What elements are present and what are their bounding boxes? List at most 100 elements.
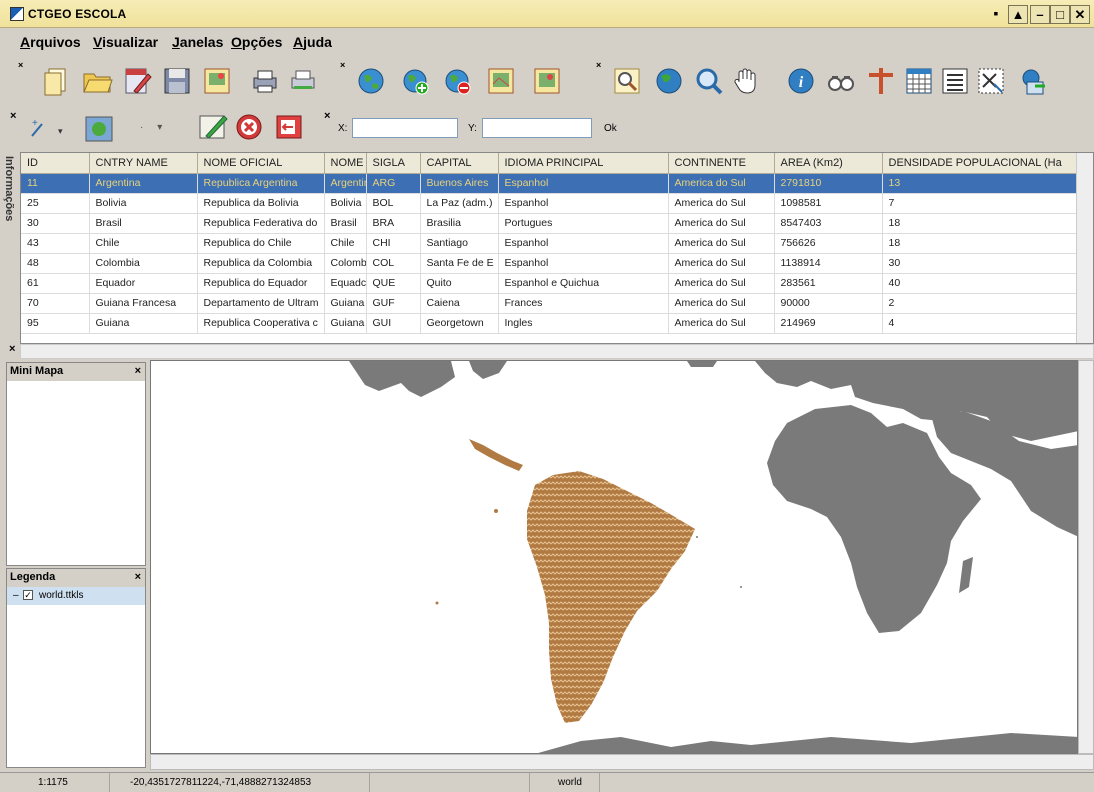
new-document-icon[interactable] [40,64,74,98]
table-cell: 2791810 [774,173,883,194]
minimize-button[interactable]: – [1030,5,1050,24]
menu-visualizar[interactable]: Visualizar [93,34,158,50]
select-icon[interactable] [974,64,1008,98]
ok-button[interactable]: Ok [604,123,617,134]
toolbar-close-icon-2[interactable]: × [340,60,348,100]
legend-close-icon[interactable]: × [135,571,141,583]
minimap-header: Mini Mapa × [7,363,145,381]
column-header[interactable]: NOME OFICIAL [197,153,325,174]
table-cell: Chile [324,233,367,254]
add-layer-icon[interactable] [398,64,432,98]
export-icon[interactable] [1016,64,1050,98]
table-cell: La Paz (adm.) [420,193,499,214]
table-cell: 214969 [774,313,883,334]
toolbar-close-icon-4[interactable]: × [10,110,16,122]
map-canvas[interactable] [150,360,1078,754]
menu-ajuda[interactable]: Ajuda [293,34,332,50]
table-cell: 18 [882,233,1078,254]
toolbar-close-icon[interactable]: × [18,60,26,100]
open-folder-icon[interactable] [80,64,114,98]
column-header[interactable]: NOME [324,153,367,174]
menu-janelas[interactable]: Janelas [172,34,223,50]
column-header[interactable]: IDIOMA PRINCIPAL [498,153,669,174]
table-cell: Espanhol [498,233,669,254]
table-row[interactable]: 11 Argentina Republica Argentina Argentir AR… [21,173,1078,194]
table-cell: 7 [882,193,1078,214]
table-cell: Equadc [324,273,367,294]
map-image-2-icon[interactable] [530,64,564,98]
menu-arquivos[interactable]: Arquivos [20,34,81,50]
dropdown-chevron-icon[interactable]: · ▾ [140,122,180,136]
column-header[interactable]: ID [21,153,90,174]
table-cell: 283561 [774,273,883,294]
map-image-icon[interactable] [484,64,518,98]
table-row[interactable]: 48 Colombia Republica da Colombia Colomb COL… [21,253,1078,274]
column-header[interactable]: AREA (Km2) [774,153,883,174]
minimap-close-icon[interactable]: × [135,365,141,377]
table-cell: America do Sul [668,233,775,254]
column-header[interactable]: CNTRY NAME [89,153,198,174]
save-icon[interactable] [160,64,194,98]
exit-icon[interactable] [272,110,306,144]
map-horizontal-scrollbar[interactable] [150,754,1094,770]
print-preview-icon[interactable] [286,64,320,98]
cancel-icon[interactable] [232,110,266,144]
list-icon[interactable] [938,64,972,98]
central-america-shape [469,439,523,471]
x-coordinate-input[interactable] [352,118,458,138]
grid-close-icon[interactable]: × [9,343,15,355]
table-row[interactable]: 95 Guiana Republica Cooperativa c Guiana GUI… [21,313,1078,334]
table-cell: BOL [366,193,421,214]
binoculars-icon[interactable] [824,64,858,98]
globe-icon[interactable] [354,64,388,98]
table-vertical-scrollbar[interactable] [1076,153,1093,343]
pan-hand-icon[interactable] [730,64,764,98]
zoom-rect-icon[interactable] [610,64,644,98]
image-icon[interactable] [200,64,234,98]
print-icon[interactable] [248,64,282,98]
y-coordinate-input[interactable] [482,118,592,138]
informacoes-tab-label: Informações [3,156,15,222]
toolbar-close-icon-5[interactable]: × [324,110,330,122]
layer-image-icon[interactable] [82,114,122,144]
collapse-icon[interactable]: – [13,590,19,601]
table-horizontal-scrollbar[interactable] [20,344,1094,359]
info-icon[interactable]: i [784,64,818,98]
close-button[interactable]: ✕ [1070,5,1090,24]
table-row[interactable]: 25 Bolivia Republica da Bolivia Bolivia BOL L… [21,193,1078,214]
table-row[interactable]: 43 Chile Republica do Chile Chile CHI Santiag… [21,233,1078,254]
remove-layer-icon[interactable] [440,64,474,98]
table-cell: Republica do Chile [197,233,325,254]
table-icon[interactable] [902,64,936,98]
toolbar-close-icon-3[interactable]: × [596,60,604,100]
edit-document-icon[interactable] [120,64,154,98]
column-header[interactable]: SIGLA [366,153,421,174]
zoom-icon[interactable] [692,64,726,98]
column-header[interactable]: CONTINENTE [668,153,775,174]
table-cell: 30 [21,213,90,234]
informacoes-tab[interactable]: Informações [0,152,18,342]
table-row[interactable]: 61 Equador Republica do Equador Equadc QUE Qu… [21,273,1078,294]
column-header[interactable]: CAPITAL [420,153,499,174]
table-row[interactable]: 70 Guiana Francesa Departamento de Ultram G… [21,293,1078,314]
table-row[interactable]: 30 Brasil Republica Federativa do Brasil BRA… [21,213,1078,234]
table-cell: 18 [882,213,1078,234]
full-extent-icon[interactable] [652,64,686,98]
maximize-button[interactable]: □ [1050,5,1070,24]
measure-icon[interactable] [864,64,898,98]
edit-pencil-icon[interactable] [196,110,230,144]
minimap-panel: Mini Mapa × [6,362,146,566]
table-cell: 90000 [774,293,883,314]
table-cell: Brasil [324,213,367,234]
layer-visibility-checkbox[interactable]: ✓ [23,590,33,600]
map-vertical-scrollbar[interactable] [1078,360,1094,754]
column-header[interactable]: DENSIDADE POPULACIONAL (Ha [882,153,1078,174]
resize-grip-icon[interactable]: ▪ [986,5,1006,24]
restore-up-icon[interactable]: ▲ [1008,5,1028,24]
draw-tool-icon[interactable]: + ▾ [28,116,68,142]
menu-opcoes[interactable]: Opções [231,34,282,50]
legend-layer-row[interactable]: – ✓ world.ttkls [7,587,145,605]
north-america-east-shape [469,361,507,379]
table-cell: 30 [882,253,1078,274]
table-cell: Argentir [324,173,367,194]
